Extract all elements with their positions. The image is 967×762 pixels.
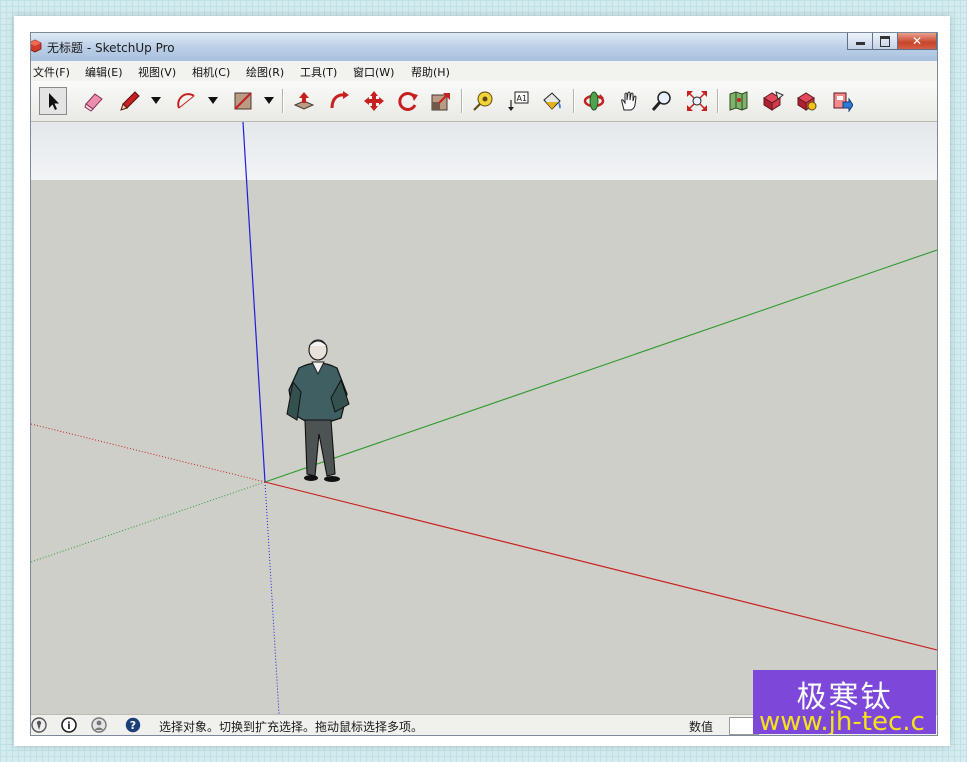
red-axis-positive [264, 481, 937, 651]
menu-view[interactable]: 视图(V) [138, 64, 176, 80]
minimize-icon [856, 42, 865, 45]
user-icon[interactable] [91, 717, 107, 733]
main-toolbar: A1 [31, 81, 937, 122]
paint-bucket-tool-button[interactable] [538, 87, 566, 115]
status-message: 选择对象。切换到扩充选择。拖动鼠标选择多项。 [159, 720, 424, 734]
sketchup-window: 无标题 - SketchUp Pro ✕ 文件(F) 编辑(E) 视图(V) 相… [30, 32, 938, 736]
scale-tool-button[interactable] [427, 87, 455, 115]
menu-help[interactable]: 帮助(H) [411, 64, 450, 80]
push-pull-icon [293, 92, 315, 110]
chevron-down-icon [151, 97, 161, 104]
menu-bar: 文件(F) 编辑(E) 视图(V) 相机(C) 绘图(R) 工具(T) 窗口(W… [31, 61, 937, 82]
green-axis-positive [264, 249, 937, 483]
shape-dropdown[interactable] [262, 87, 276, 115]
orbit-icon [583, 91, 605, 111]
chevron-down-icon [208, 97, 218, 104]
help-icon[interactable]: ? [125, 717, 141, 733]
zoom-tool-button[interactable] [648, 87, 676, 115]
blue-axis-negative [264, 481, 280, 714]
tape-measure-tool-button[interactable] [469, 87, 497, 115]
menu-window[interactable]: 窗口(W) [353, 64, 394, 80]
watermark-url: www.jh-tec.c [759, 707, 925, 734]
pencil-dropdown[interactable] [149, 87, 163, 115]
pan-tool-button[interactable] [615, 87, 643, 115]
maximize-icon [880, 36, 890, 47]
window-controls: ✕ [847, 33, 937, 51]
model-viewport[interactable] [31, 122, 937, 714]
watermark-logo: 极寒钛 www.jh-tec.c [753, 670, 936, 734]
help-glyph: ? [130, 719, 136, 732]
chevron-down-icon [264, 97, 274, 104]
get-models-button[interactable] [793, 87, 821, 115]
minimize-button[interactable] [847, 33, 873, 50]
pan-icon [621, 91, 637, 111]
push-pull-tool-button[interactable] [290, 87, 318, 115]
paint-bucket-icon [543, 92, 561, 110]
select-tool-button[interactable] [39, 87, 67, 115]
model-axes [31, 122, 937, 714]
close-button[interactable]: ✕ [897, 33, 937, 50]
select-icon [49, 93, 59, 110]
zoom-extents-tool-button[interactable] [683, 87, 711, 115]
rotate-tool-button[interactable] [394, 87, 422, 115]
get-models-icon [797, 92, 817, 111]
move-icon [364, 91, 384, 111]
rectangle-icon [234, 92, 252, 110]
orbit-tool-button[interactable] [580, 87, 608, 115]
arc-tool-button[interactable] [172, 87, 200, 115]
title-bar[interactable]: 无标题 - SketchUp Pro ✕ [31, 33, 937, 62]
arc-dropdown[interactable] [206, 87, 220, 115]
eraser-icon [84, 93, 103, 112]
rotate-icon [398, 92, 418, 111]
3d-warehouse-button[interactable] [724, 87, 752, 115]
menu-camera[interactable]: 相机(C) [192, 64, 230, 80]
sketchup-app-icon [31, 39, 42, 53]
svg-text:A1: A1 [517, 94, 528, 103]
send-to-layout-icon [833, 92, 853, 112]
red-axis-negative [31, 423, 266, 483]
tape-measure-icon [473, 91, 493, 111]
zoom-extents-icon [687, 91, 707, 111]
menu-tools[interactable]: 工具(T) [300, 64, 337, 80]
person-figure [286, 339, 350, 482]
pencil-tool-button[interactable] [116, 87, 144, 115]
follow-me-icon [330, 91, 349, 109]
geo-location-icon[interactable] [31, 717, 47, 733]
zoom-icon [651, 91, 671, 111]
toolbar-separator [573, 89, 575, 113]
share-model-button[interactable] [759, 87, 787, 115]
menu-draw[interactable]: 绘图(R) [246, 64, 284, 80]
rectangle-tool-button[interactable] [229, 87, 257, 115]
maximize-button[interactable] [872, 33, 898, 50]
measurements-label: 数值 [689, 720, 714, 734]
share-model-icon [763, 91, 784, 111]
toolbar-separator [282, 89, 284, 113]
credits-icon[interactable]: i [61, 717, 77, 733]
arc-icon [177, 93, 195, 109]
scale-icon [431, 93, 450, 111]
green-axis-negative [31, 481, 266, 563]
eraser-tool-button[interactable] [80, 87, 108, 115]
3d-warehouse-icon [729, 91, 748, 111]
text-icon: A1 [508, 91, 529, 111]
pencil-icon [120, 91, 140, 111]
toolbar-separator [717, 89, 719, 113]
send-to-layout-button[interactable] [828, 87, 856, 115]
close-icon: ✕ [911, 34, 923, 48]
menu-file[interactable]: 文件(F) [33, 64, 70, 80]
text-tool-button[interactable]: A1 [504, 87, 532, 115]
toolbar-separator [461, 89, 463, 113]
follow-me-tool-button[interactable] [325, 87, 353, 115]
window-title: 无标题 - SketchUp Pro [47, 41, 175, 55]
credits-glyph: i [67, 721, 70, 732]
menu-edit[interactable]: 编辑(E) [85, 64, 123, 80]
blue-axis-positive [242, 122, 266, 483]
move-tool-button[interactable] [360, 87, 388, 115]
